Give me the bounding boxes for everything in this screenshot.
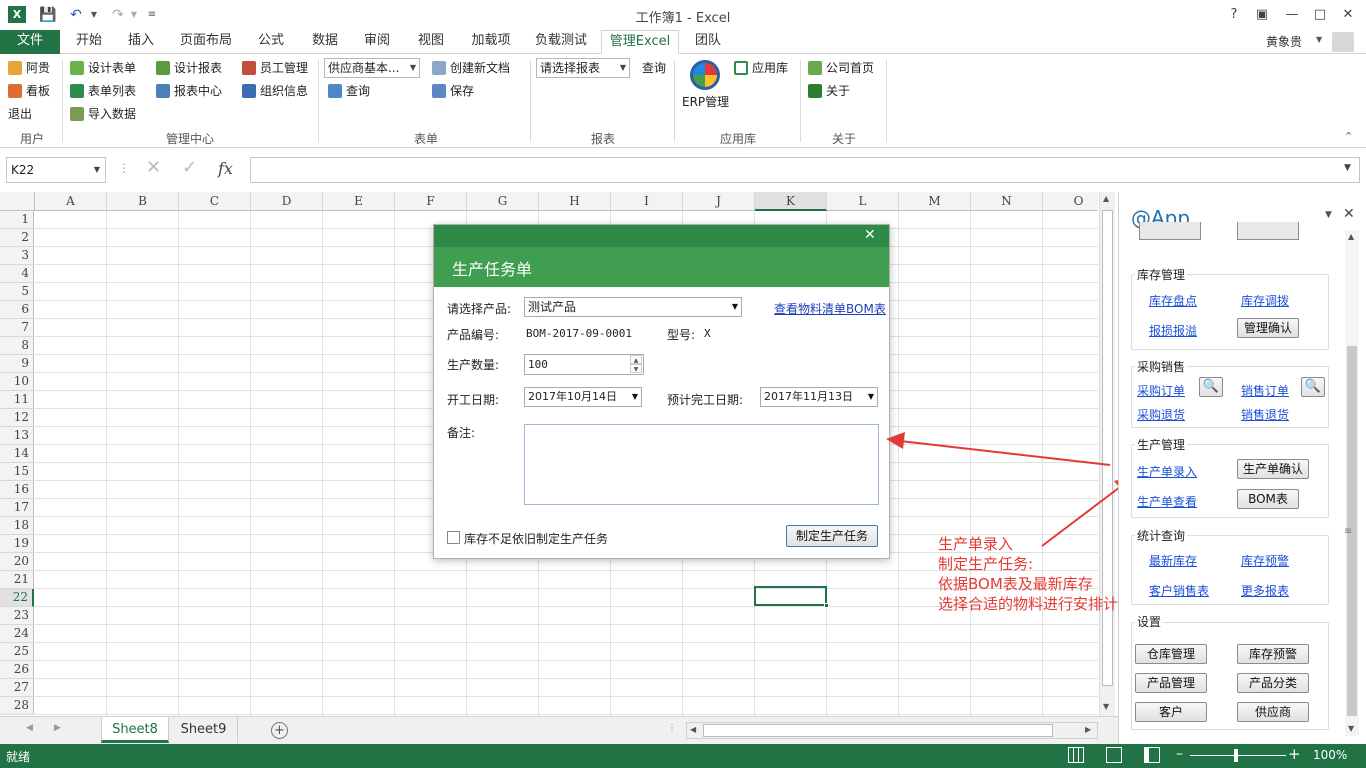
sheet-tab-sheet8[interactable]: Sheet8: [101, 717, 169, 743]
add-sheet-icon[interactable]: +: [271, 722, 288, 739]
clipped-button[interactable]: [1237, 222, 1299, 240]
pane-splitter[interactable]: ≡: [1344, 526, 1352, 537]
app-side-pane: @App ▼ ✕ ▲ ▼ 库存管理 库存盘点 库存调拨 报损报溢 管理确认 采购…: [1118, 192, 1366, 744]
annotation-line: 制定生产任务:: [938, 555, 1034, 573]
prev-sheet-icon[interactable]: ◀: [26, 723, 33, 733]
manage-confirm-button[interactable]: 管理确认: [1237, 318, 1299, 338]
loss-report-link[interactable]: 报损报溢: [1149, 322, 1197, 339]
production-entry-link[interactable]: 生产单录入: [1137, 463, 1197, 480]
status-bar: 就绪 – + 100%: [0, 744, 1366, 768]
zoom-in-icon[interactable]: +: [1288, 745, 1301, 763]
purchase-search-icon[interactable]: 🔍: [1199, 377, 1223, 397]
zoom-level[interactable]: 100%: [1313, 748, 1347, 762]
status-text: 就绪: [6, 750, 31, 764]
more-reports-link[interactable]: 更多报表: [1241, 582, 1289, 599]
purchase-order-link[interactable]: 采购订单: [1137, 382, 1185, 399]
section-title: 库存管理: [1135, 266, 1188, 283]
sales-return-link[interactable]: 销售退货: [1241, 406, 1289, 423]
scroll-up-icon[interactable]: ▲: [1348, 232, 1354, 241]
production-confirm-button[interactable]: 生产单确认: [1237, 459, 1309, 479]
zoom-slider[interactable]: [1190, 755, 1286, 756]
split-handle-icon[interactable]: ⋮: [667, 723, 677, 734]
inventory-count-link[interactable]: 库存盘点: [1149, 292, 1197, 309]
clipped-button[interactable]: [1139, 222, 1201, 240]
page-layout-icon[interactable]: [1106, 747, 1122, 763]
pane-options-icon[interactable]: ▼: [1325, 210, 1332, 220]
customer-button[interactable]: 客户: [1135, 702, 1207, 722]
purchase-return-link[interactable]: 采购退货: [1137, 406, 1185, 423]
sales-search-icon[interactable]: 🔍: [1301, 377, 1325, 397]
product-management-button[interactable]: 产品管理: [1135, 673, 1207, 693]
pane-close-icon[interactable]: ✕: [1343, 206, 1355, 222]
section-title: 统计查询: [1135, 527, 1188, 544]
horizontal-scrollbar[interactable]: ◀ ▶: [686, 722, 1098, 739]
annotation-text: 生产单录入 制定生产任务: 依据BOM表及最新库存 选择合适的物料进行安排计划: [938, 534, 1133, 614]
normal-view-icon[interactable]: [1068, 747, 1084, 763]
inventory-alert-button[interactable]: 库存预警: [1237, 644, 1309, 664]
sheet-tab-bar: ◀ ▶ Sheet8 Sheet9 + ⋮ ◀ ▶: [0, 716, 1118, 744]
warehouse-management-button[interactable]: 仓库管理: [1135, 644, 1207, 664]
customer-sales-link[interactable]: 客户销售表: [1149, 582, 1209, 599]
supplier-button[interactable]: 供应商: [1237, 702, 1309, 722]
page-break-icon[interactable]: [1144, 747, 1160, 763]
inventory-transfer-link[interactable]: 库存调拨: [1241, 292, 1289, 309]
production-view-link[interactable]: 生产单查看: [1137, 493, 1197, 510]
scroll-right-icon[interactable]: ▶: [1085, 725, 1091, 734]
next-sheet-icon[interactable]: ▶: [54, 723, 61, 733]
pane-scrollbar[interactable]: ▲ ▼: [1345, 230, 1359, 736]
annotation-line: 选择合适的物料进行安排计划: [938, 595, 1134, 613]
scroll-thumb[interactable]: [703, 724, 1053, 737]
sales-order-link[interactable]: 销售订单: [1241, 382, 1289, 399]
zoom-out-icon[interactable]: –: [1176, 746, 1183, 762]
arrowhead-textarea: [886, 432, 905, 449]
scroll-down-icon[interactable]: ▼: [1348, 724, 1354, 733]
section-title: 采购销售: [1135, 358, 1188, 375]
sheet-tab-sheet9[interactable]: Sheet9: [170, 717, 238, 743]
zoom-slider-thumb[interactable]: [1234, 749, 1238, 762]
section-title: 生产管理: [1135, 436, 1188, 453]
product-category-button[interactable]: 产品分类: [1237, 673, 1309, 693]
latest-inventory-link[interactable]: 最新库存: [1149, 552, 1197, 569]
scroll-left-icon[interactable]: ◀: [690, 725, 696, 734]
annotation-line: 依据BOM表及最新库存: [938, 575, 1093, 593]
arrow-to-textarea: [899, 440, 1111, 466]
annotation-line: 生产单录入: [938, 535, 1014, 553]
bom-table-button[interactable]: BOM表: [1237, 489, 1299, 509]
inventory-alert-link[interactable]: 库存预警: [1241, 552, 1289, 569]
section-title: 设置: [1135, 613, 1164, 630]
